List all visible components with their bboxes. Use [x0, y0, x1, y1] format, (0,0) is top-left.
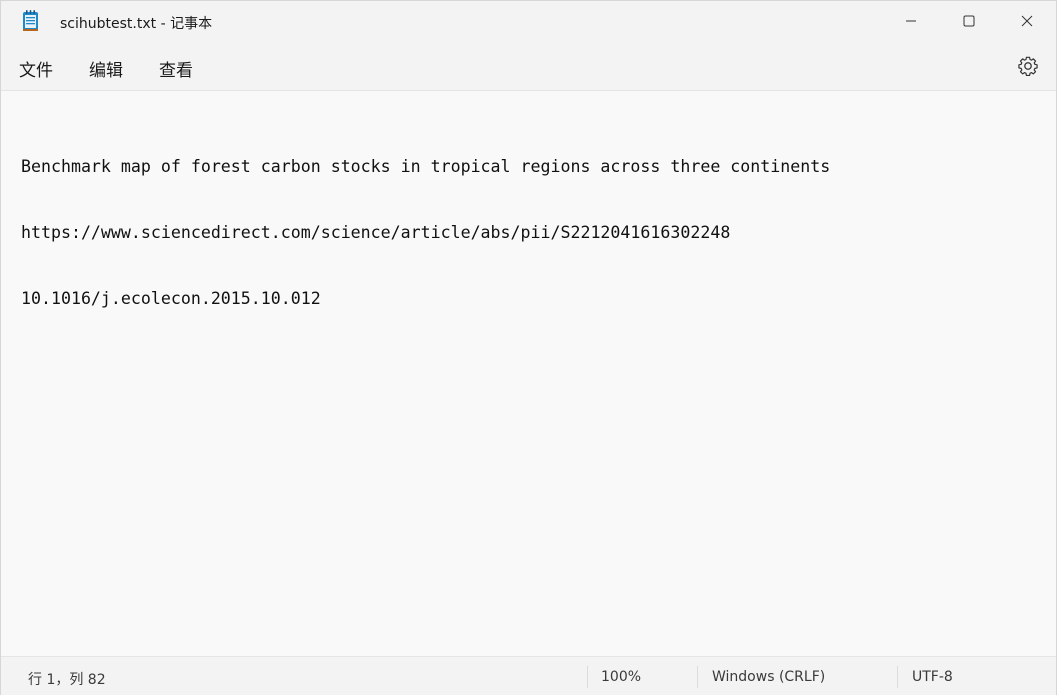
editor-line: Benchmark map of forest carbon stocks in… — [21, 157, 831, 176]
status-bar: 行 1，列 82 100% Windows (CRLF) UTF-8 — [1, 656, 1056, 695]
menu-view[interactable]: 查看 — [159, 56, 193, 81]
title-bar[interactable]: scihubtest.txt - 记事本 — [1, 1, 1056, 41]
encoding: UTF-8 — [912, 669, 953, 685]
status-divider — [587, 666, 588, 688]
editor-content[interactable]: Benchmark map of forest carbon stocks in… — [21, 112, 830, 354]
notepad-window: scihubtest.txt - 记事本 文件 编辑 查看 Benchmark … — [0, 0, 1057, 695]
close-button[interactable] — [998, 1, 1056, 41]
maximize-button[interactable] — [940, 1, 998, 41]
cursor-position: 行 1，列 82 — [28, 672, 106, 688]
status-divider — [897, 666, 898, 688]
menu-edit[interactable]: 编辑 — [89, 56, 123, 81]
menu-bar: 文件 编辑 查看 — [1, 41, 1056, 91]
line-ending: Windows (CRLF) — [712, 669, 826, 685]
zoom-level: 100% — [601, 669, 642, 685]
editor-line: 10.1016/j.ecolecon.2015.10.012 — [21, 289, 321, 308]
window-title: scihubtest.txt - 记事本 — [60, 16, 213, 32]
status-divider — [697, 666, 698, 688]
menu-file[interactable]: 文件 — [19, 56, 53, 81]
gear-icon[interactable] — [1017, 55, 1039, 77]
minimize-icon — [905, 12, 917, 31]
text-editor[interactable]: Benchmark map of forest carbon stocks in… — [1, 92, 1056, 656]
editor-line: https://www.sciencedirect.com/science/ar… — [21, 223, 731, 242]
close-icon — [1021, 12, 1033, 31]
maximize-icon — [963, 12, 975, 31]
notepad-icon — [22, 10, 39, 32]
minimize-button[interactable] — [882, 1, 940, 41]
